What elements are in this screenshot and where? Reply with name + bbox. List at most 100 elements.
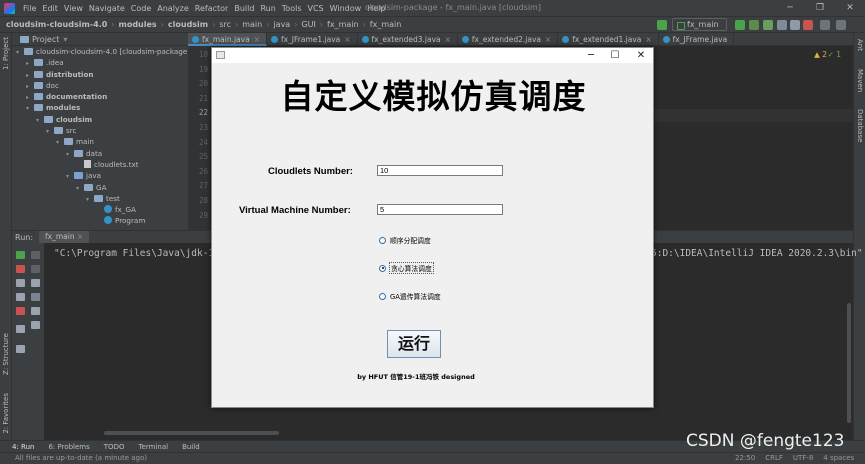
trash-icon[interactable] [31,321,40,329]
print-icon[interactable] [31,307,40,315]
run-tool-tab[interactable]: 4: Run [12,443,34,451]
console-horizontal-scrollbar[interactable] [104,431,279,435]
radio-greedy-button[interactable] [379,264,386,272]
tab-fx-extended3[interactable]: fx_extended3.java × [358,33,458,46]
breadcrumb-method[interactable]: fx_main [370,20,402,29]
layout-icon[interactable] [16,325,25,333]
breadcrumb-cloudsim[interactable]: cloudsim [168,20,208,29]
menu-build[interactable]: Build [231,4,257,13]
restore-layout-icon[interactable] [16,307,25,315]
caret-position[interactable]: 22:50 [735,454,755,462]
tree-item[interactable]: ▾ cloudsim [12,114,188,125]
swing-close-icon[interactable]: ✕ [628,48,654,63]
tree-item[interactable]: ▾ test [12,193,188,204]
database-tool-tab[interactable]: Database [856,109,864,142]
tree-item[interactable]: ▸ .idea [12,57,188,68]
warning-count[interactable]: ▲ 2 [814,50,827,59]
pin-icon[interactable] [16,345,25,353]
close-tab-icon[interactable]: × [545,35,551,44]
problems-tool-tab[interactable]: 6: Problems [48,443,89,451]
tree-item[interactable]: ▾ cloudsim-cloudsim-4.0 [cloudsim-package… [12,46,190,57]
radio-greedy[interactable]: 贪心算法调度 [379,262,434,274]
tree-item[interactable]: ▾ modules [12,102,188,113]
menu-analyze[interactable]: Analyze [154,4,192,13]
close-tab-icon[interactable]: × [645,35,651,44]
tree-item[interactable]: Program [12,215,188,226]
tree-item[interactable]: ▾ GA [12,182,188,193]
breadcrumb-main[interactable]: main [242,20,262,29]
close-icon[interactable]: ✕ [835,0,865,16]
tab-fx-main[interactable]: fx_main.java × [188,33,267,46]
down-arrow-icon[interactable] [31,265,40,273]
project-panel-header[interactable]: Project ▾ [12,33,188,46]
console-vertical-scrollbar[interactable] [847,303,851,423]
radio-ga-button[interactable] [379,292,386,300]
profile-icon[interactable] [777,20,787,30]
camera-icon[interactable] [16,279,25,287]
tab-fx-extended1[interactable]: fx_extended1.java × [558,33,659,46]
breadcrumb-java[interactable]: java [273,20,290,29]
terminal-tool-tab[interactable]: Terminal [138,443,168,451]
breadcrumb-class[interactable]: fx_main [327,20,359,29]
stop-icon[interactable] [803,20,813,30]
breadcrumb-gui[interactable]: GUI [301,20,315,29]
maximize-icon[interactable]: ❐ [805,0,835,16]
tree-item[interactable]: ▾ src [12,125,188,136]
tree-item[interactable]: ▾ main [12,136,188,147]
tree-item[interactable]: ▸ doc [12,80,188,91]
swing-minimize-icon[interactable]: ─ [578,48,604,63]
stop-run-icon[interactable] [16,265,25,273]
coverage-icon[interactable] [763,20,773,30]
menu-navigate[interactable]: Navigate [86,4,128,13]
radio-sequential[interactable]: 顺序分配调度 [379,235,431,245]
menu-code[interactable]: Code [128,4,154,13]
tab-fx-extended2[interactable]: fx_extended2.java × [458,33,559,46]
project-tool-tab[interactable]: 1: Project [2,37,10,70]
cloudlets-input[interactable] [377,165,503,176]
up-arrow-icon[interactable] [31,251,40,259]
minimize-icon[interactable]: ─ [775,0,805,16]
structure-tool-tab[interactable]: Z: Structure [2,333,10,375]
menu-vcs[interactable]: VCS [305,4,327,13]
ant-tool-tab[interactable]: Ant [856,39,864,51]
menu-tools[interactable]: Tools [279,4,305,13]
radio-sequential-button[interactable] [379,236,386,244]
menu-window[interactable]: Window [327,4,365,13]
rerun-icon[interactable] [16,251,25,259]
close-tab-icon[interactable]: × [254,35,260,44]
exit-icon[interactable] [16,293,25,301]
breadcrumb-project[interactable]: cloudsim-cloudsim-4.0 [6,20,107,29]
run-icon[interactable] [735,20,745,30]
menu-refactor[interactable]: Refactor [192,4,232,13]
tree-item[interactable]: ▸ distribution [12,69,188,80]
breadcrumb-modules[interactable]: modules [119,20,157,29]
indent-setting[interactable]: 4 spaces [823,454,854,462]
todo-tool-tab[interactable]: TODO [104,443,125,451]
build-tool-tab[interactable]: Build [182,443,200,451]
run-tab-fx-main[interactable]: fx_main × [39,231,90,243]
tab-fx-jframe[interactable]: fx_JFrame.java [659,33,735,46]
favorites-tool-tab[interactable]: 2: Favorites [2,393,10,434]
file-encoding[interactable]: UTF-8 [793,454,813,462]
run-config-select[interactable]: fx_main [672,18,727,31]
search-icon[interactable] [836,20,846,30]
close-tab-icon[interactable]: × [344,35,350,44]
tree-item[interactable]: ▾ data [12,148,188,159]
menu-edit[interactable]: Edit [39,4,61,13]
debug-icon[interactable] [749,20,759,30]
settings-icon[interactable] [790,20,800,30]
ok-count[interactable]: ✓ 1 [828,50,841,59]
radio-ga[interactable]: GA遗传算法调度 [379,291,441,301]
tree-item[interactable]: cloudlets.txt [12,159,188,170]
close-run-tab-icon[interactable]: × [77,232,83,241]
run-button[interactable]: 运行 [387,330,441,358]
tree-item[interactable]: ▾ java [12,170,188,181]
project-structure-icon[interactable] [820,20,830,30]
tree-item[interactable]: ▸ documentation [12,91,188,102]
swing-maximize-icon[interactable]: ☐ [602,48,628,63]
menu-run[interactable]: Run [257,4,278,13]
menu-file[interactable]: File [20,4,39,13]
close-tab-icon[interactable]: × [445,35,451,44]
breadcrumb-src[interactable]: src [219,20,231,29]
scroll-to-end-icon[interactable] [31,293,40,301]
